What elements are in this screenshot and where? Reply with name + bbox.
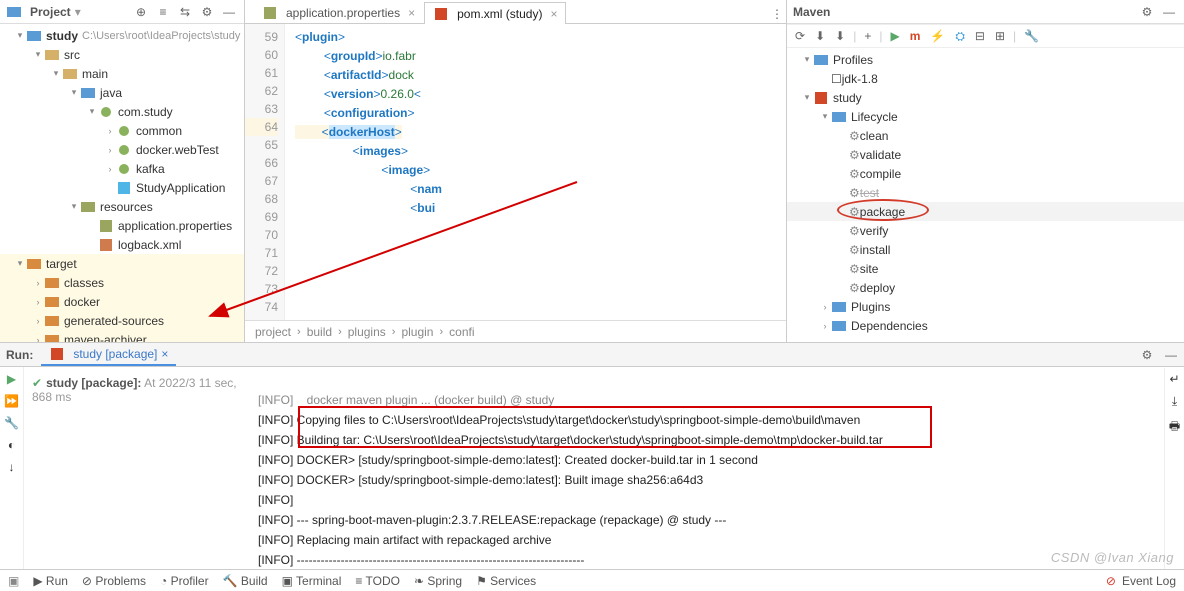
locate-icon[interactable]: ⊕ (132, 3, 150, 21)
project-panel-title: Project (30, 5, 71, 19)
maven-goal-verify[interactable]: ⚙ verify (787, 221, 1184, 240)
wrench-icon[interactable]: 🔧 (4, 416, 19, 430)
more-tabs-icon[interactable]: ⋮ (768, 5, 786, 23)
toggle-icon[interactable]: ⚡ (928, 29, 947, 43)
tree-item[interactable]: ›common (0, 121, 244, 140)
soft-wrap-icon[interactable]: ↵ (1169, 372, 1179, 386)
print-icon[interactable]: 🖶 (1169, 417, 1180, 438)
tree-item[interactable]: ▾src (0, 45, 244, 64)
maven-title: Maven (793, 5, 830, 19)
status-problems[interactable]: ⊘ Problems (82, 574, 146, 588)
project-tree[interactable]: ▾studyC:\Users\root\IdeaProjects\study ▾… (0, 24, 244, 342)
show-tools-icon[interactable]: ▣ (8, 574, 19, 588)
status-services[interactable]: ⚑ Services (476, 574, 536, 588)
tree-item[interactable]: ▾resources (0, 197, 244, 216)
scroll-icon[interactable]: ↓ (9, 460, 15, 474)
folder-icon (26, 256, 42, 272)
tree-item[interactable]: ›docker.webTest (0, 140, 244, 159)
wrench-icon[interactable]: 🔧 (1022, 29, 1041, 43)
console[interactable]: [INFO] docker maven plugin ... (docker b… (258, 372, 1184, 569)
code-editor[interactable]: <plugin> <groupId>io.fabr <artifactId>do… (285, 24, 786, 320)
close-icon[interactable]: × (550, 7, 557, 21)
run-label: Run: (6, 348, 33, 362)
gear-icon[interactable]: ⚙ (1138, 346, 1156, 364)
tree-item-target[interactable]: ▾target (0, 254, 244, 273)
debug-icon[interactable]: ⛭ (953, 29, 967, 44)
tree-item[interactable]: ›kafka (0, 159, 244, 178)
expand-icon[interactable]: ⇆ (176, 3, 194, 21)
tree-item[interactable]: ›maven-archiver (0, 330, 244, 342)
run-icon[interactable]: ▶ (888, 29, 901, 43)
tree-item[interactable]: ▾com.study (0, 102, 244, 121)
maven-goal-test[interactable]: ⚙ test (787, 183, 1184, 202)
generate-icon[interactable]: ⬇ (813, 29, 827, 43)
scroll-end-icon[interactable]: ⤓ (1172, 394, 1177, 409)
settings-icon[interactable]: ⚙ (198, 3, 216, 21)
tree-root[interactable]: ▾studyC:\Users\root\IdeaProjects\study (0, 26, 244, 45)
hide-icon[interactable]: — (1160, 3, 1178, 21)
watermark: CSDN @Ivan Xiang (1051, 550, 1174, 565)
gutter: 59606162636465666768697071727374 (245, 24, 285, 320)
tree-item[interactable]: ›generated-sources (0, 311, 244, 330)
maven-goal-deploy[interactable]: ⚙ deploy (787, 278, 1184, 297)
hide-icon[interactable]: — (220, 3, 238, 21)
status-profiler[interactable]: ◔ Profiler (160, 574, 209, 588)
maven-deps[interactable]: ›Dependencies (787, 316, 1184, 335)
maven-goal-compile[interactable]: ⚙ compile (787, 164, 1184, 183)
gear-icon[interactable]: ⚙ (1138, 3, 1156, 21)
close-icon[interactable]: × (408, 6, 415, 20)
maven-goal-package[interactable]: ⚙ package (787, 202, 1184, 221)
maven-tree[interactable]: ▾Profiles ☐ jdk-1.8 ▾study ▾Lifecycle ⚙ … (787, 48, 1184, 342)
download-icon[interactable]: ⬇ (833, 29, 847, 43)
tree-item[interactable]: ▾main (0, 64, 244, 83)
maven-goal-install[interactable]: ⚙ install (787, 240, 1184, 259)
run-tab[interactable]: study [package]× (41, 344, 176, 366)
tree-item[interactable]: StudyApplication (0, 178, 244, 197)
tree-item[interactable]: logback.xml (0, 235, 244, 254)
maven-goal-clean[interactable]: ⚙ clean (787, 126, 1184, 145)
status-run[interactable]: ▶ Run (33, 574, 68, 588)
collapse-all-icon[interactable]: ⊟ (973, 29, 987, 43)
collapse-icon[interactable]: ≡ (154, 3, 172, 21)
maven-goal-site[interactable]: ⚙ site (787, 259, 1184, 278)
maven-goal-validate[interactable]: ⚙ validate (787, 145, 1184, 164)
close-icon[interactable]: × (161, 347, 168, 361)
tab-appprops[interactable]: application.properties× (253, 1, 424, 23)
rerun-icon[interactable]: ▶ (7, 372, 16, 386)
add-icon[interactable]: + (862, 29, 873, 43)
editor-tabs: application.properties× pom.xml (study)×… (245, 0, 786, 24)
breadcrumbs[interactable]: project›build›plugins›plugin›confi (245, 320, 786, 342)
refresh-icon[interactable]: ⟳ (793, 29, 807, 43)
expand-all-icon[interactable]: ⊞ (993, 29, 1007, 43)
run-status: ✔study [package]: At 2022/3 11 sec, 868 … (28, 372, 258, 569)
tab-pom[interactable]: pom.xml (study)× (424, 2, 566, 24)
status-terminal[interactable]: ▣ Terminal (282, 574, 342, 588)
status-spring[interactable]: ❧ Spring (414, 574, 462, 588)
tree-item[interactable]: application.properties (0, 216, 244, 235)
maven-m-icon[interactable]: m (908, 29, 923, 43)
filter-icon[interactable]: ◐ (8, 438, 15, 452)
tree-item[interactable]: ▾java (0, 83, 244, 102)
status-build[interactable]: 🔨 Build (223, 574, 268, 588)
project-icon (6, 4, 22, 20)
status-todo[interactable]: ≡ TODO (355, 574, 400, 588)
hide-icon[interactable]: — (1162, 346, 1180, 364)
maven-plugins[interactable]: ›Plugins (787, 297, 1184, 316)
tree-item[interactable]: ›docker (0, 292, 244, 311)
pin-icon[interactable]: ⏩ (4, 394, 19, 408)
tree-item[interactable]: ›classes (0, 273, 244, 292)
event-log[interactable]: Event Log (1122, 574, 1176, 588)
